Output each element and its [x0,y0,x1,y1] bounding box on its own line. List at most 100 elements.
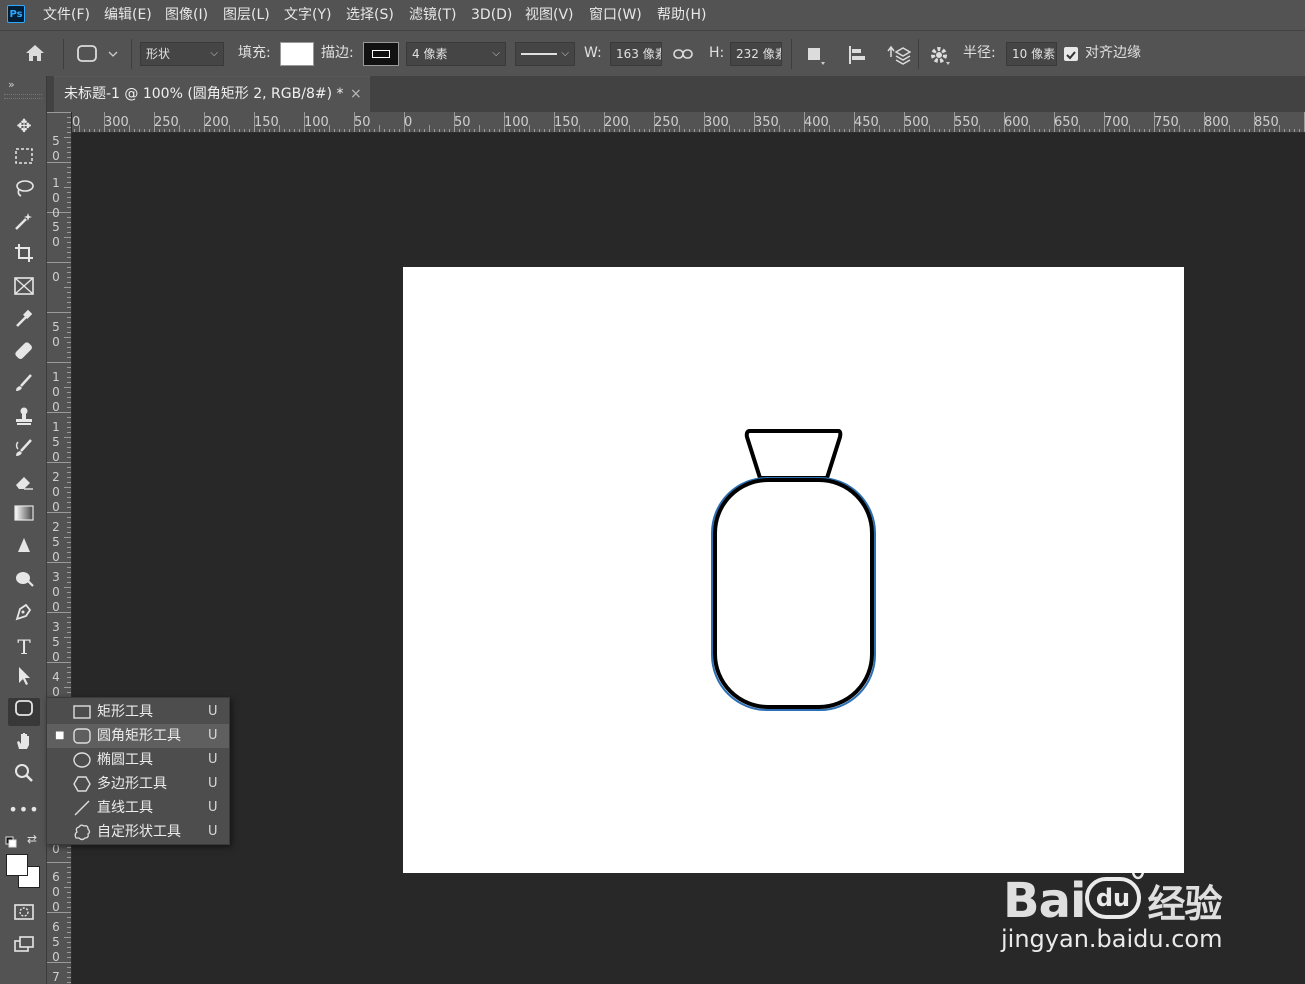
flyout-ellipse-tool[interactable]: 椭圆工具 U [47,748,229,772]
mode-select[interactable]: 形状 ⌵ [140,42,224,66]
screen-mode-icon[interactable] [8,934,40,962]
toolbar-grip[interactable] [4,94,42,99]
pen-icon[interactable] [8,601,40,629]
flyout-label: 多边形工具 [97,776,167,792]
watermark-brand: Bai [1003,873,1086,929]
document-tab[interactable]: 未标题-1 @ 100% (圆角矩形 2, RGB/8#) * × [54,76,370,112]
gear-icon[interactable] [928,43,952,67]
menu-file[interactable]: 文件(F) [43,0,90,30]
magic-wand-icon[interactable] [8,211,40,239]
dodge-icon[interactable] [8,568,40,596]
ruler-label: 5 0 [52,220,60,249]
more-icon[interactable]: ••• [8,796,40,824]
rounded-rectangle-icon[interactable] [8,698,40,726]
radius-input[interactable]: 10 像素 [1006,42,1057,66]
lasso-icon[interactable] [8,178,40,206]
vertical-ruler[interactable]: 5 0 1 0 0 5 0 0 5 0 1 0 0 1 5 0 2 0 0 2 … [47,112,72,984]
menu-edit[interactable]: 编辑(E) [104,0,152,30]
menu-image[interactable]: 图像(I) [165,0,208,30]
menu-help[interactable]: 帮助(H) [657,0,706,30]
ruler-label: 0 [404,115,413,130]
height-input[interactable]: 232 像素 [730,42,782,66]
flyout-label: 直线工具 [97,800,153,816]
ruler-label: 300 [104,115,129,130]
ruler-label: 800 [1204,115,1229,130]
ruler-label: 550 [954,115,979,130]
menu-bar: Ps 文件(F) 编辑(E) 图像(I) 图层(L) 文字(Y) 选择(S) 滤… [0,0,1305,30]
flyout-rectangle-tool[interactable]: 矩形工具 U [47,700,229,724]
ruler-label: 5 0 [52,320,60,349]
path-select-icon[interactable] [8,666,40,694]
hand-icon[interactable] [8,731,40,759]
eyedropper-icon[interactable] [8,308,40,336]
close-icon[interactable]: × [350,77,362,111]
menu-3d[interactable]: 3D(D) [471,0,512,30]
gradient-icon[interactable] [8,503,40,531]
menu-filter[interactable]: 滤镜(T) [409,0,456,30]
crop-icon[interactable] [8,243,40,271]
stamp-icon[interactable] [8,406,40,434]
line-icon [74,800,90,816]
link-icon[interactable] [672,44,694,64]
selected-indicator-icon: ■ [55,730,65,741]
document-title: 未标题-1 @ 100% (圆角矩形 2, RGB/8#) * [64,86,344,102]
stroke-width-input[interactable]: 4 像素 ⌵ [406,42,506,66]
stroke-label: 描边: [321,45,354,61]
blur-icon[interactable] [8,536,40,564]
eraser-icon[interactable] [8,471,40,499]
align-edges-checkbox[interactable] [1064,47,1078,61]
horizontal-ruler[interactable]: 0 300 250 200 150 100 50 0 50 100 150 20… [54,112,1305,133]
history-brush-icon[interactable] [8,438,40,466]
path-alignment-icon[interactable] [845,43,869,67]
flyout-line-tool[interactable]: 直线工具 U [47,796,229,820]
fill-swatch[interactable] [280,42,314,66]
path-operations-icon[interactable] [803,43,827,67]
menu-layer[interactable]: 图层(L) [223,0,270,30]
menu-window[interactable]: 窗口(W) [589,0,642,30]
quick-mask-icon[interactable] [8,902,40,930]
path-arrangement-icon[interactable] [885,43,912,67]
stroke-type-select[interactable]: ⌵ [515,42,575,66]
chevron-down-icon: ⌵ [210,48,218,59]
ruler-label: 300 [704,115,729,130]
marquee-icon[interactable] [8,146,40,174]
ruler-label: 6 0 0 [52,870,60,914]
flyout-custom-shape-tool[interactable]: 自定形状工具 U [47,820,229,844]
default-colors-icon[interactable] [5,833,17,848]
menu-select[interactable]: 选择(S) [346,0,394,30]
align-edges-label: 对齐边缘 [1085,45,1141,61]
checkmark-icon [1066,51,1076,60]
ruler-label: 600 [1004,115,1029,130]
zoom-icon[interactable] [8,763,40,791]
brush-icon[interactable] [8,373,40,401]
ruler-label: 4 0 [52,670,60,699]
frame-icon[interactable] [8,276,40,304]
stroke-swatch[interactable] [363,42,399,66]
ruler-label: 650 [1054,115,1079,130]
toolbar: » ✥ T ••• ⇄ [0,76,47,984]
vase-neck-shape [744,429,843,480]
stroke-width-value: 4 像素 [412,47,448,61]
ruler-label: 500 [904,115,929,130]
menu-view[interactable]: 视图(V) [525,0,574,30]
flyout-shortcut: U [208,728,218,743]
solid-line-icon [521,53,557,55]
home-icon[interactable] [22,42,48,66]
swap-colors-icon[interactable]: ⇄ [27,832,41,846]
move-icon[interactable]: ✥ [8,113,40,141]
document-canvas[interactable] [403,267,1184,873]
type-icon[interactable]: T [8,633,40,661]
width-input[interactable]: 163 像素 [610,42,662,66]
foreground-color-swatch[interactable] [6,854,28,876]
healing-icon[interactable] [8,341,40,369]
flyout-polygon-tool[interactable]: 多边形工具 U [47,772,229,796]
watermark-url: jingyan.baidu.com [1001,925,1223,953]
tool-preset-picker[interactable] [76,43,124,65]
flyout-rounded-rectangle-tool[interactable]: ■ 圆角矩形工具 U [47,724,229,748]
collapse-icon[interactable]: » [8,78,15,91]
app-logo: Ps [7,5,25,23]
ruler-label: 6 5 0 [52,920,60,964]
menu-type[interactable]: 文字(Y) [284,0,331,30]
ruler-label: 2 0 0 [52,470,60,514]
height-label: H: [709,45,725,61]
